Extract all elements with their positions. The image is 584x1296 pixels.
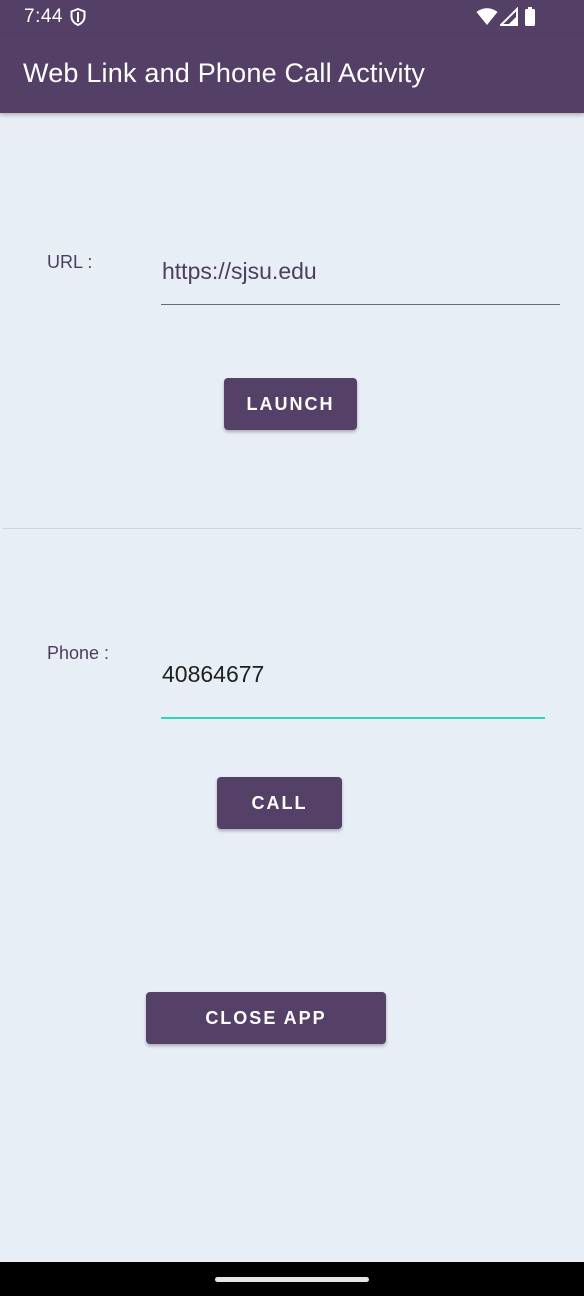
url-input[interactable]: https://sjsu.edu (162, 258, 317, 285)
phone-input-underline (161, 717, 545, 719)
signal-icon (500, 7, 518, 26)
app-screen: 7:44 Web Link and Phone Call Activity UR… (0, 0, 584, 1296)
shield-icon (70, 8, 86, 26)
phone-label: Phone : (47, 643, 110, 663)
url-input-underline (161, 304, 560, 305)
section-divider (3, 528, 582, 529)
status-icons (476, 7, 546, 27)
phone-input[interactable]: 40864677 (162, 661, 264, 688)
url-label: URL : (47, 252, 93, 272)
app-bar: Web Link and Phone Call Activity (0, 34, 584, 113)
home-gesture-handle[interactable] (215, 1277, 369, 1282)
battery-icon (525, 7, 535, 26)
call-button[interactable]: CALL (217, 777, 342, 829)
navigation-bar (0, 1262, 584, 1296)
launch-button[interactable]: LAUNCH (224, 378, 357, 430)
app-title: Web Link and Phone Call Activity (23, 58, 426, 88)
status-time: 7:44 (24, 6, 63, 27)
close-app-button[interactable]: CLOSE APP (146, 992, 386, 1044)
status-bar: 7:44 (0, 0, 584, 34)
wifi-icon (476, 8, 498, 25)
